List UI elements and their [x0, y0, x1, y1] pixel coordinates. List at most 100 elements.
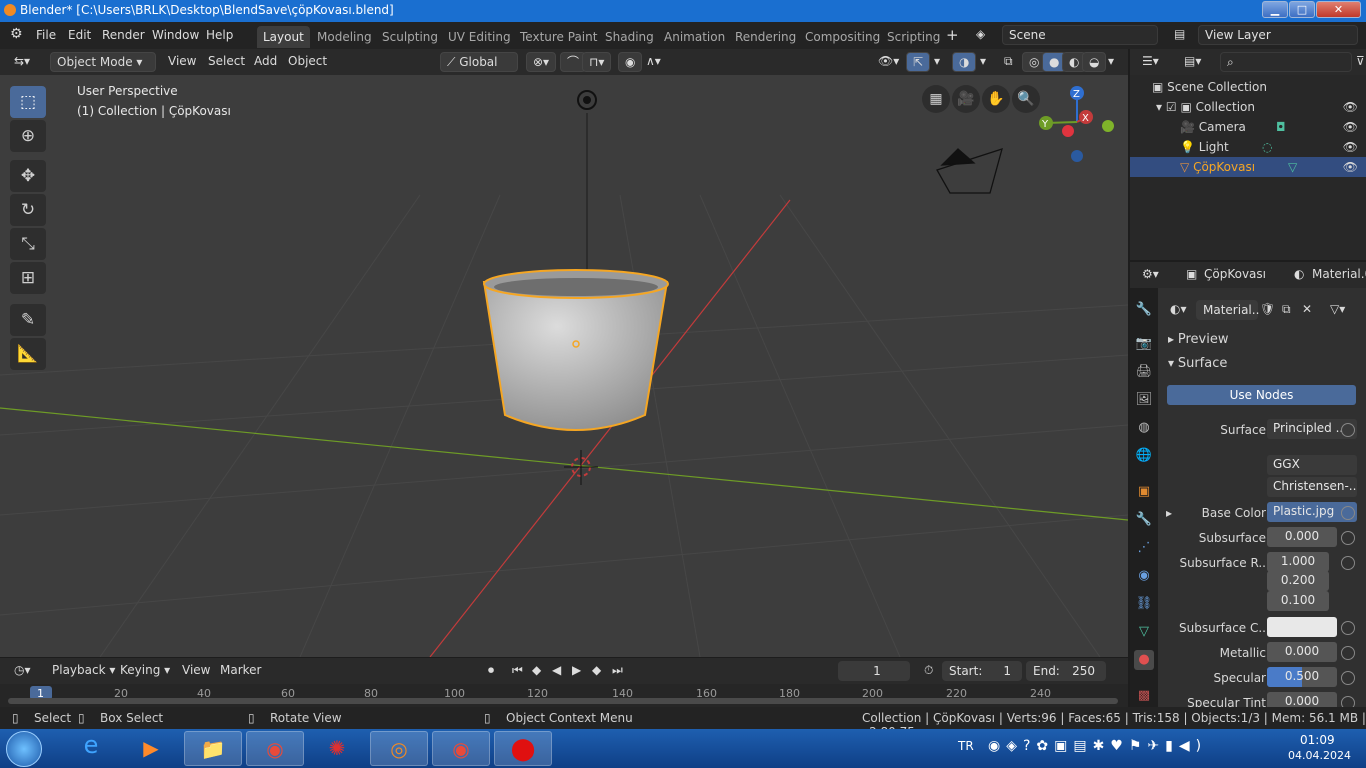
internet-explorer-icon[interactable]: e — [62, 731, 120, 766]
subsurface-radius-y[interactable]: 0.200 — [1267, 571, 1329, 591]
start-button[interactable] — [6, 731, 42, 767]
end-frame-field[interactable]: End: 250 — [1026, 661, 1106, 681]
link-dot-icon[interactable] — [1341, 531, 1355, 545]
close-button[interactable]: ✕ — [1316, 1, 1361, 18]
outliner-item-copkovasi[interactable]: ▽ ÇöpKovası ▽ 👁 — [1130, 157, 1366, 177]
preview-range-icon[interactable]: ⏱ — [918, 661, 939, 681]
timeline-scrollbar[interactable] — [8, 698, 1118, 704]
texture-tab-icon[interactable]: ▩ — [1134, 686, 1154, 706]
tab-rendering[interactable]: Rendering — [729, 26, 802, 48]
timeline-editor-icon[interactable]: ◷▾ — [8, 661, 37, 681]
checkbox-icon[interactable]: ☑ — [1166, 100, 1177, 114]
tab-scripting[interactable]: Scripting — [881, 26, 946, 48]
camera-view-icon[interactable]: 🎥 — [952, 85, 980, 113]
overlay-icon[interactable]: ◑ — [952, 52, 977, 72]
outliner-scene-collection[interactable]: ▣ Scene Collection — [1130, 77, 1366, 97]
menu-view[interactable]: View — [162, 52, 202, 72]
gizmo-dropdown-icon[interactable]: ▾ — [928, 52, 946, 72]
tab-modeling[interactable]: Modeling — [311, 26, 378, 48]
tab-layout[interactable]: Layout — [257, 26, 310, 48]
play-reverse-icon[interactable]: ◀ — [546, 661, 567, 681]
language-indicator[interactable]: TR — [958, 739, 974, 753]
fake-user-icon[interactable]: 🛡 — [1260, 302, 1275, 316]
link-dot-icon[interactable] — [1341, 556, 1355, 570]
blender-menu-icon[interactable]: ⚙ — [10, 26, 23, 42]
prev-key-icon[interactable]: ◆ — [526, 661, 547, 681]
render-tab-icon[interactable]: 📷 — [1134, 334, 1154, 354]
light-data-icon[interactable]: ◌ — [1262, 137, 1272, 157]
snap-target-icon[interactable]: ⊓▾ — [582, 52, 612, 72]
add-workspace-button[interactable]: + — [946, 26, 959, 44]
clock-time[interactable]: 01:09 — [1300, 733, 1335, 747]
subsurface-method-dropdown[interactable]: Christensen-.. — [1267, 477, 1357, 497]
preview-panel[interactable]: ▸ Preview — [1168, 332, 1228, 347]
physics-tab-icon[interactable]: ◉ — [1134, 566, 1154, 586]
subsurface-color-swatch[interactable] — [1267, 617, 1337, 637]
measure-tool-icon[interactable]: 📐 — [10, 338, 46, 370]
unlink-material-icon[interactable]: ✕ — [1302, 302, 1312, 316]
next-key-icon[interactable]: ◆ — [586, 661, 607, 681]
eye-icon[interactable]: 👁 — [1343, 117, 1358, 137]
menu-object[interactable]: Object — [282, 52, 333, 72]
specular-field[interactable]: 0.500 — [1267, 667, 1337, 687]
tab-sculpting[interactable]: Sculpting — [376, 26, 444, 48]
recorder-icon[interactable]: ⬤ — [494, 731, 552, 766]
maximize-button[interactable]: □ — [1289, 1, 1315, 18]
blender-taskbar-icon[interactable]: ◎ — [370, 731, 428, 766]
current-frame-field[interactable]: 1 — [838, 661, 910, 681]
mode-selector[interactable]: Object Mode ▾ — [50, 52, 156, 72]
subsurface-radius-x[interactable]: 1.000 — [1267, 552, 1329, 572]
clock-date[interactable]: 04.04.2024 — [1288, 749, 1351, 762]
overlay-dropdown-icon[interactable]: ▾ — [974, 52, 992, 72]
outliner-item-camera[interactable]: 🎥 Camera ◘ 👁 — [1130, 117, 1366, 137]
outliner-editor-icon[interactable]: ☰▾ — [1136, 52, 1165, 72]
filter-icon[interactable]: ⊽ — [1350, 52, 1366, 72]
link-dot-icon[interactable] — [1341, 671, 1355, 685]
menu-window[interactable]: Window — [152, 28, 199, 42]
camera-object[interactable] — [936, 148, 1003, 194]
transform-tool-icon[interactable]: ⊞ — [10, 262, 46, 294]
play-icon[interactable]: ▶ — [566, 661, 587, 681]
world-tab-icon[interactable]: 🌐 — [1134, 446, 1154, 466]
link-dot-icon[interactable] — [1341, 621, 1355, 635]
pivot-icon[interactable]: ⊗▾ — [526, 52, 557, 72]
editor-type-icon[interactable]: ⇆▾ — [8, 52, 36, 72]
data-tab-icon[interactable]: ▽ — [1134, 622, 1154, 642]
xray-icon[interactable]: ⧉ — [998, 52, 1019, 72]
material-tab-icon[interactable]: ● — [1134, 650, 1154, 670]
use-nodes-button[interactable]: Use Nodes — [1167, 385, 1356, 405]
tab-uv-editing[interactable]: UV Editing — [442, 26, 517, 48]
visibility-icon[interactable]: 👁▾ — [872, 52, 905, 72]
eye-icon[interactable]: 👁 — [1343, 157, 1358, 177]
eye-icon[interactable]: 👁 — [1343, 97, 1358, 117]
link-dot-icon[interactable] — [1341, 423, 1355, 437]
tab-animation[interactable]: Animation — [658, 26, 731, 48]
subsurface-field[interactable]: 0.000 — [1267, 527, 1337, 547]
viewport-3d[interactable]: User Perspective (1) Collection | ÇöpKov… — [0, 75, 1128, 657]
particles-tab-icon[interactable]: ⋰ — [1134, 538, 1154, 558]
camera-data-icon[interactable]: ◘ — [1276, 117, 1286, 137]
move-tool-icon[interactable]: ✥ — [10, 160, 46, 192]
link-dot-icon[interactable] — [1341, 506, 1355, 520]
distribution-dropdown[interactable]: GGX — [1267, 455, 1357, 475]
scale-tool-icon[interactable]: ⤡ — [10, 228, 46, 260]
tool-tab-icon[interactable]: 🔧 — [1134, 300, 1154, 320]
output-tab-icon[interactable]: 🖨 — [1134, 362, 1154, 382]
link-dot-icon[interactable] — [1341, 646, 1355, 660]
tab-shading[interactable]: Shading — [599, 26, 660, 48]
eye-icon[interactable]: 👁 — [1343, 137, 1358, 157]
metallic-field[interactable]: 0.000 — [1267, 642, 1337, 662]
scene-field[interactable]: Scene — [1002, 25, 1158, 45]
cursor-tool-icon[interactable]: ⊕ — [10, 120, 46, 152]
chrome-second-icon[interactable]: ◉ — [432, 731, 490, 766]
falloff-icon[interactable]: ∧▾ — [640, 52, 667, 72]
menu-add[interactable]: Add — [248, 52, 283, 72]
minimize-button[interactable]: ▁ — [1262, 1, 1288, 18]
menu-file[interactable]: File — [36, 28, 56, 42]
record-icon[interactable]: ⏺ — [482, 661, 500, 681]
object-tab-icon[interactable]: ▣ — [1134, 482, 1154, 502]
mesh-data-icon[interactable]: ▽ — [1288, 157, 1297, 177]
menu-keying[interactable]: Keying ▾ — [114, 661, 176, 681]
modifier-tab-icon[interactable]: 🔧 — [1134, 510, 1154, 530]
duplicate-material-icon[interactable]: ⧉ — [1282, 302, 1291, 317]
